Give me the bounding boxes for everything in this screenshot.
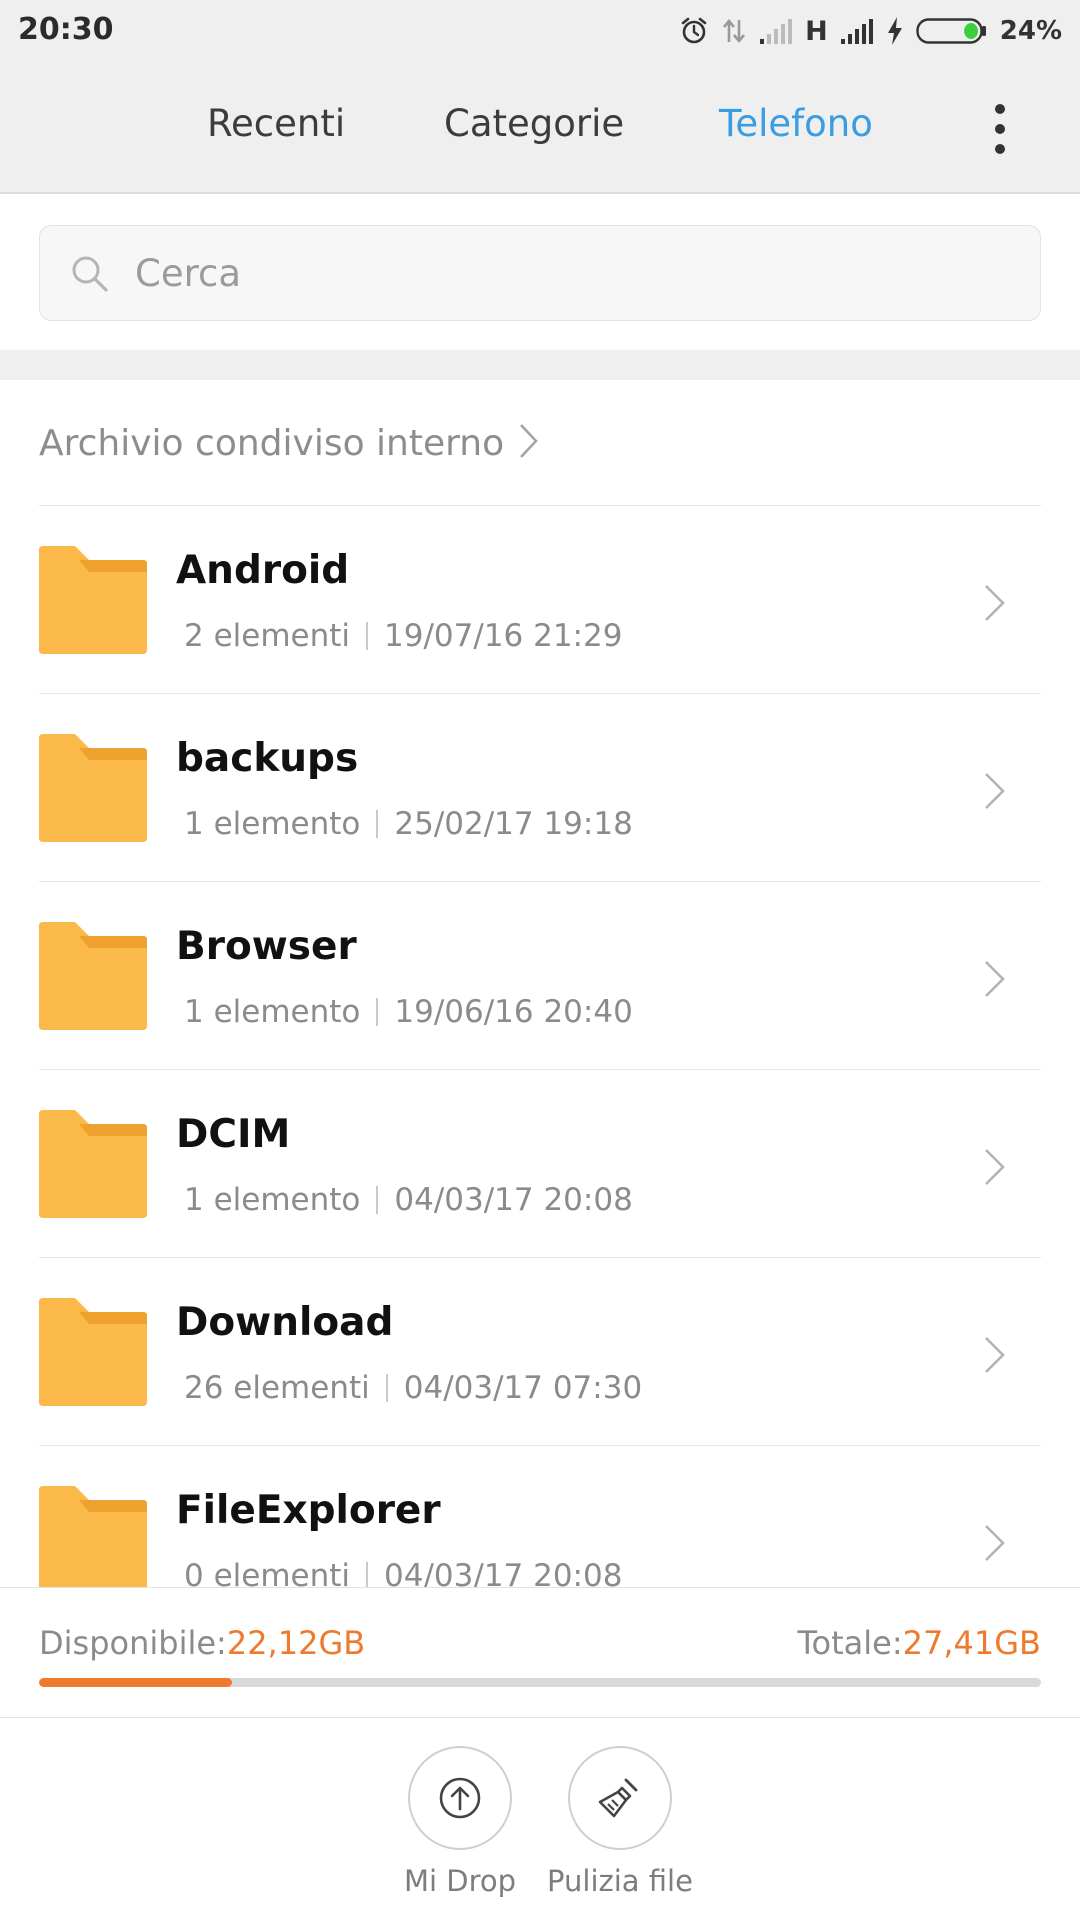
folder-row[interactable]: Browser 1 elemento 19/06/16 20:40 [0,882,1080,1070]
charging-icon [886,16,904,46]
meta-separator [376,1186,379,1214]
network-type: H [805,15,828,47]
alarm-icon [679,16,709,46]
folder-name: backups [176,736,359,781]
signal-full-icon [840,17,874,45]
breadcrumb[interactable]: Archivio condiviso interno [39,380,540,506]
pulizia-file-label: Pulizia file [547,1864,693,1898]
search-box[interactable] [39,225,1041,321]
folder-date: 25/02/17 19:18 [394,806,633,842]
folder-count: 1 elemento [184,994,361,1030]
folder-row[interactable]: DCIM 1 elemento 04/03/17 20:08 [0,1070,1080,1258]
folder-count: 26 elementi [184,1370,370,1406]
folder-date: 04/03/17 20:08 [394,1182,633,1218]
folder-date: 19/07/16 21:29 [384,618,623,654]
folder-row[interactable]: FileExplorer 0 elementi 04/03/17 20:08 [0,1446,1080,1587]
folder-meta: 26 elementi 04/03/17 07:30 [184,1370,642,1406]
folder-row[interactable]: Android 2 elementi 19/07/16 21:29 [0,506,1080,694]
battery-percent: 24% [999,16,1062,46]
folder-meta: 1 elemento 19/06/16 20:40 [184,994,633,1030]
broom-icon [568,1746,672,1850]
pulizia-file-button[interactable]: Pulizia file [545,1746,695,1916]
status-time: 20:30 [18,12,114,47]
total-value: 27,41GB [902,1624,1041,1662]
total-storage: Totale:27,41GB [797,1624,1041,1662]
folder-icon [39,546,147,659]
search-input[interactable] [135,226,1015,320]
storage-progress-bar [39,1678,1041,1687]
folder-icon [39,1110,147,1223]
tab-recenti[interactable]: Recenti [207,102,345,145]
meta-separator [385,1374,388,1402]
folder-list[interactable]: Android 2 elementi 19/07/16 21:29 backups… [0,506,1080,1587]
breadcrumb-label: Archivio condiviso interno [39,422,505,464]
folder-count: 2 elementi [184,618,351,654]
chevron-right-icon [982,1522,1008,1569]
folder-name: Browser [176,924,357,969]
meta-separator [376,998,379,1026]
battery-icon [916,16,988,46]
status-icons: H 24% [679,12,1062,50]
folder-date: 19/06/16 20:40 [394,994,633,1030]
folder-date: 04/03/17 07:30 [403,1370,643,1406]
search-area [0,194,1080,350]
meta-separator [366,1562,369,1587]
chevron-right-icon [518,422,540,465]
signal-weak-icon [759,17,793,45]
tab-telefono[interactable]: Telefono [719,102,873,145]
folder-count: 1 elemento [184,806,361,842]
chevron-right-icon [982,958,1008,1005]
more-dot-icon [995,124,1005,134]
meta-separator [366,622,369,650]
chevron-right-icon [982,582,1008,629]
folder-meta: 1 elemento 25/02/17 19:18 [184,806,633,842]
folder-date: 04/03/17 20:08 [384,1558,623,1587]
folder-name: Download [176,1300,394,1345]
folder-icon [39,922,147,1035]
folder-name: Android [176,548,350,593]
tab-categorie[interactable]: Categorie [444,102,624,145]
chevron-right-icon [982,1146,1008,1193]
folder-name: DCIM [176,1112,291,1157]
available-storage: Disponibile:22,12GB [39,1624,365,1662]
folder-row[interactable]: backups 1 elemento 25/02/17 19:18 [0,694,1080,882]
folder-count: 0 elementi [184,1558,351,1587]
available-value: 22,12GB [226,1624,366,1662]
tab-bar: Recenti Categorie Telefono [0,62,1080,194]
chevron-right-icon [982,770,1008,817]
available-label: Disponibile: [39,1624,227,1662]
folder-icon [39,1298,147,1411]
more-dot-icon [995,144,1005,154]
storage-progress-fill [39,1678,233,1687]
more-dot-icon [995,104,1005,114]
folder-icon [39,734,147,847]
mi-drop-button[interactable]: Mi Drop [385,1746,535,1916]
status-bar: 20:30 H 24% [0,0,1080,62]
folder-name: FileExplorer [176,1488,441,1533]
file-manager-screen: 20:30 H 24% Recenti Categorie Telefono C… [0,0,1080,1920]
mi-drop-label: Mi Drop [403,1864,517,1898]
search-icon [70,254,110,299]
folder-meta: 2 elementi 19/07/16 21:29 [184,618,622,654]
upload-circle-icon [408,1746,512,1850]
data-transfer-icon [721,16,747,46]
meta-separator [376,810,379,838]
bottom-actions: Mi Drop Pulizia file [0,1717,1080,1920]
total-label: Totale: [797,1624,903,1662]
folder-meta: 0 elementi 04/03/17 20:08 [184,1558,622,1587]
folder-count: 1 elemento [184,1182,361,1218]
more-options-button[interactable] [980,102,1020,156]
chevron-right-icon [982,1334,1008,1381]
folder-meta: 1 elemento 04/03/17 20:08 [184,1182,633,1218]
folder-row[interactable]: Download 26 elementi 04/03/17 07:30 [0,1258,1080,1446]
section-divider [0,350,1080,380]
storage-summary: Disponibile:22,12GB Totale:27,41GB [0,1587,1080,1717]
folder-icon [39,1486,147,1587]
